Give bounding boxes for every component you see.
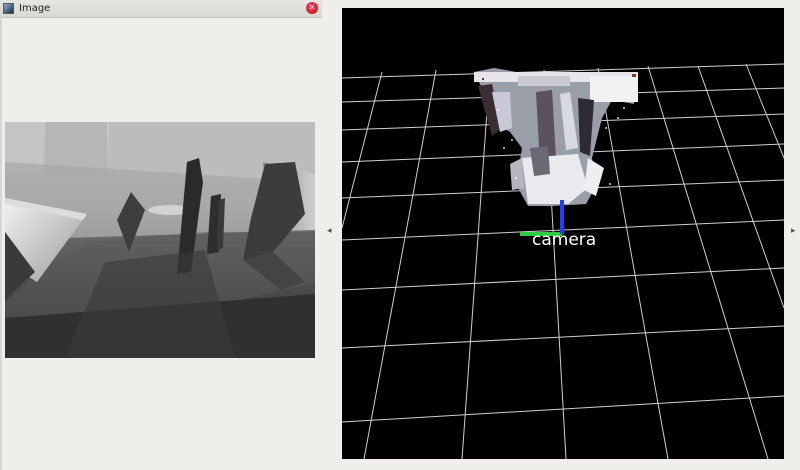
- collapse-left-icon[interactable]: ◂: [327, 226, 332, 236]
- depth-image-graphic: [5, 122, 315, 358]
- image-panel-titlebar[interactable]: Image ✕: [0, 0, 322, 18]
- camera-frame-label: camera: [532, 230, 597, 250]
- depth-image: [5, 122, 315, 358]
- panel-splitter[interactable]: ◂: [322, 0, 342, 470]
- 3d-render-view[interactable]: camera: [342, 8, 784, 459]
- panel-border: [0, 17, 2, 470]
- point-cloud: [474, 68, 638, 206]
- close-icon[interactable]: ✕: [306, 2, 318, 14]
- image-panel: Image ✕: [0, 0, 322, 470]
- image-panel-title: Image: [19, 3, 51, 14]
- collapse-right-icon[interactable]: ▸: [791, 226, 796, 236]
- bottom-strip: [342, 459, 784, 470]
- image-window-icon: [3, 3, 14, 14]
